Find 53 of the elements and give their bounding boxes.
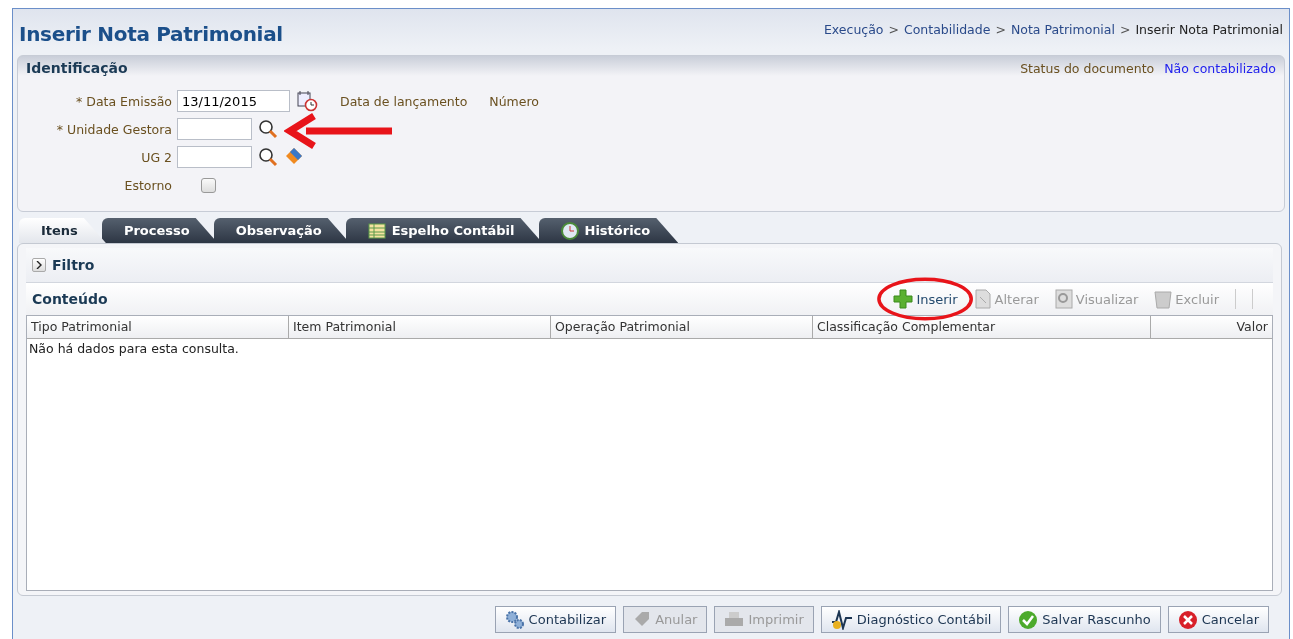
document-icon (973, 289, 992, 309)
gears-icon (504, 609, 525, 630)
pulse-icon (830, 609, 853, 630)
section-title: Identificação (26, 60, 128, 76)
section-title: Conteúdo (32, 291, 108, 307)
breadcrumb-separator: > (888, 22, 899, 37)
tab[interactable]: Histórico (538, 218, 679, 243)
action-button[interactable]: Salvar Rascunho (1008, 606, 1161, 633)
plus-icon (893, 289, 914, 309)
field-label: UG 2 (140, 149, 173, 165)
action-button[interactable]: Contabilizar (494, 606, 617, 633)
field-label: Estorno (123, 177, 173, 193)
field-label: * Unidade Gestora (55, 121, 173, 137)
action-button[interactable]: Cancelar (1167, 606, 1269, 633)
search-icon[interactable] (258, 147, 278, 167)
checkbox[interactable] (201, 177, 216, 193)
check-icon (1018, 609, 1039, 630)
breadcrumb-link[interactable]: Execução (823, 22, 884, 37)
date-field[interactable]: 13/11/2015 (177, 90, 290, 112)
column-header[interactable]: Tipo Patrimonial (27, 316, 289, 338)
status-value: Não contabilizado (1164, 60, 1276, 76)
chevron-icon (35, 261, 43, 269)
calendar-icon[interactable] (296, 90, 318, 112)
empty-message: Não há dados para esta consulta. (28, 340, 240, 358)
input-field[interactable] (177, 146, 252, 168)
cancel-icon (1177, 609, 1198, 630)
table-icon (367, 222, 386, 239)
trash-icon (1154, 289, 1173, 309)
tab[interactable]: Itens (19, 218, 106, 243)
breadcrumb-separator: > (995, 22, 1006, 37)
expand-toggle[interactable] (32, 258, 46, 272)
field-label: Data de lançamento (340, 93, 468, 109)
column-header[interactable]: Classificação Complementar (813, 316, 1151, 338)
input-field[interactable] (177, 118, 252, 140)
field-label: * Data Emissão (75, 93, 173, 109)
page-title: Inserir Nota Patrimonial (19, 22, 283, 46)
filter-title: Filtro (52, 257, 95, 273)
status-label: Status do documento (1020, 60, 1155, 76)
eraser-icon[interactable] (284, 147, 304, 167)
breadcrumb-link[interactable]: Contabilidade (903, 22, 991, 37)
breadcrumb-separator: > (1119, 22, 1131, 37)
column-header[interactable]: Operação Patrimonial (551, 316, 813, 338)
action-button[interactable]: Diagnóstico Contábil (820, 606, 1002, 633)
breadcrumb-link[interactable]: Inserir Nota Patrimonial (1135, 22, 1283, 37)
column-header[interactable]: Valor (1151, 316, 1272, 338)
magnifier-icon (1054, 289, 1073, 309)
field-label: Número (489, 93, 539, 109)
clock-icon (560, 221, 579, 240)
printer-icon (724, 610, 745, 629)
tag-icon (633, 610, 652, 629)
breadcrumb-link[interactable]: Nota Patrimonial (1010, 22, 1115, 37)
search-icon[interactable] (258, 119, 278, 139)
column-header[interactable]: Item Patrimonial (289, 316, 551, 338)
